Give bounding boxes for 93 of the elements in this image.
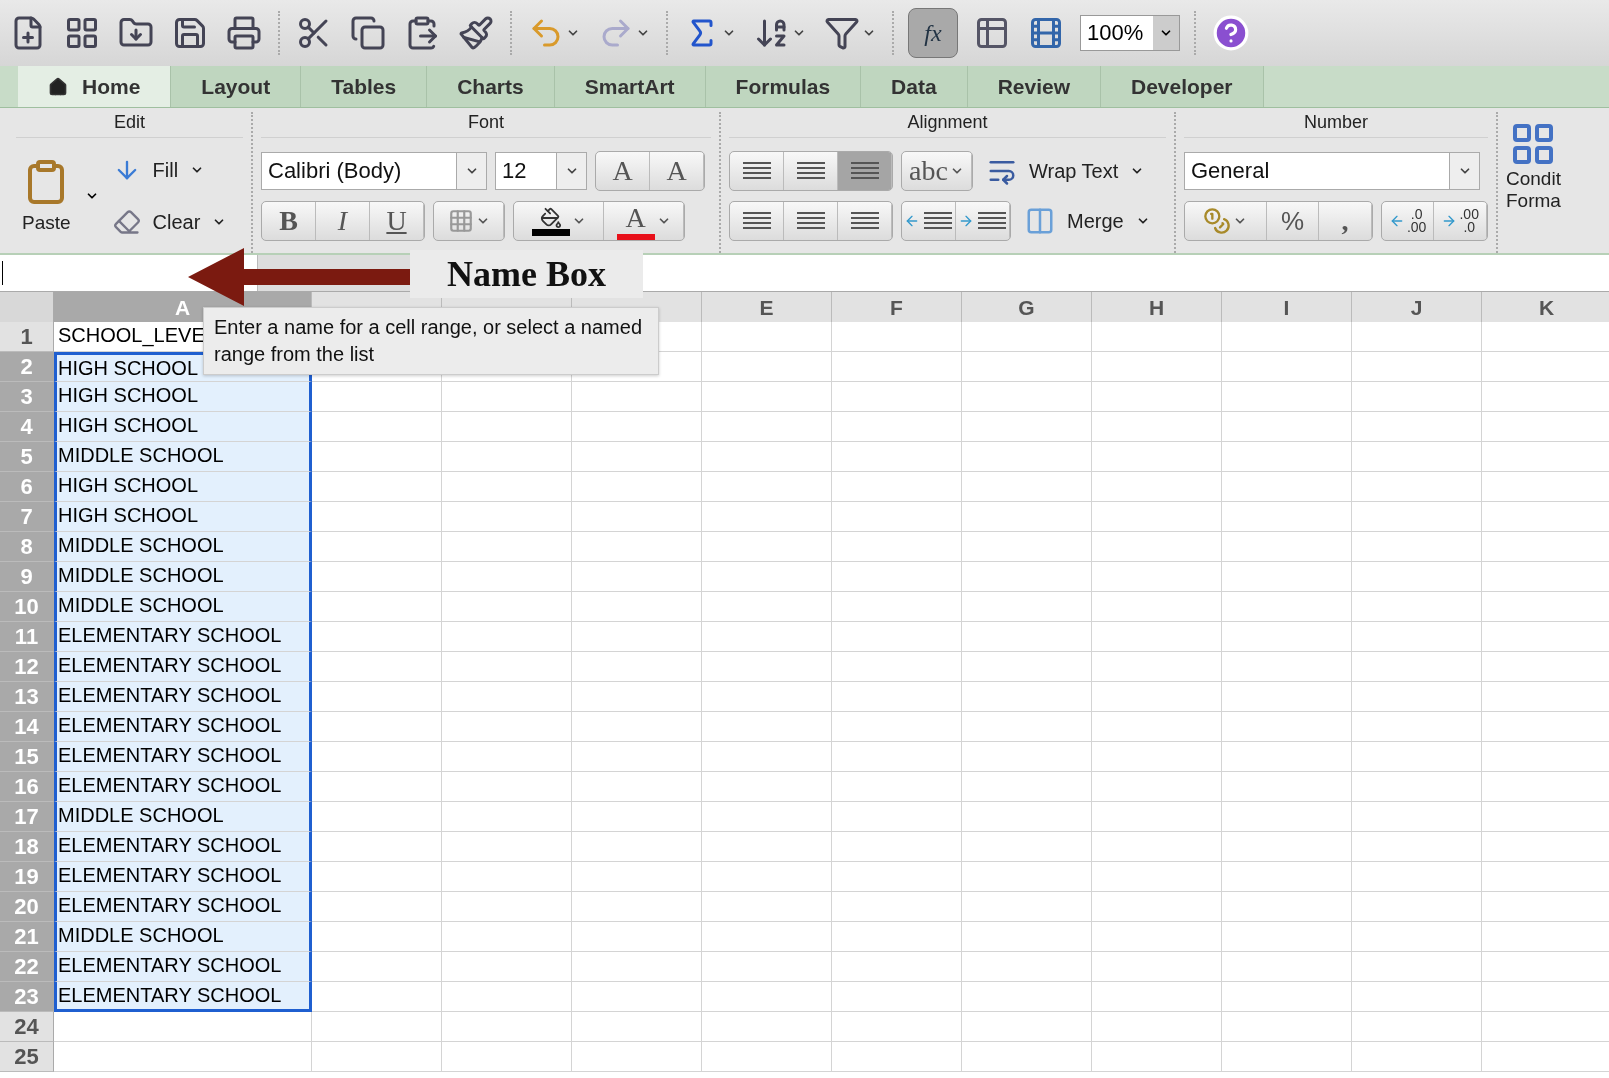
- grow-font-button[interactable]: A: [596, 152, 650, 190]
- coins-icon: [1203, 207, 1232, 235]
- column-header[interactable]: G: [962, 292, 1092, 323]
- table-cell: ELEMENTARY SCHOOL: [54, 952, 312, 982]
- table-cell: ELEMENTARY SCHOOL: [54, 652, 312, 682]
- table-icon: [974, 15, 1010, 51]
- column-header[interactable]: E: [702, 292, 832, 323]
- save-icon: [172, 15, 208, 51]
- group-title: Alignment: [729, 112, 1166, 138]
- group-title: Number: [1184, 112, 1488, 138]
- column-header[interactable]: K: [1482, 292, 1609, 323]
- ribbon-tab[interactable]: Formulas: [705, 66, 862, 107]
- table-cell: ELEMENTARY SCHOOL: [54, 742, 312, 772]
- borders-icon: [447, 208, 474, 234]
- table-cell: ELEMENTARY SCHOOL: [54, 892, 312, 922]
- annotation-label: Name Box: [410, 250, 643, 298]
- table-cell: ELEMENTARY SCHOOL: [54, 832, 312, 862]
- table-cell: ELEMENTARY SCHOOL: [54, 982, 312, 1012]
- table-cell: HIGH SCHOOL: [54, 412, 312, 442]
- merge-button[interactable]: Merge: [1019, 205, 1156, 237]
- lines-icon: [975, 210, 1008, 232]
- vertical-align-button[interactable]: [838, 152, 892, 190]
- format-painter-icon: [458, 15, 494, 51]
- table-cell: MIDDLE SCHOOL: [54, 562, 312, 592]
- group-title: Edit: [16, 112, 243, 138]
- eraser-icon: [112, 208, 141, 236]
- increase-decimal-button[interactable]: .00 .0: [1434, 202, 1487, 240]
- lines-icon: [740, 210, 773, 232]
- function-button[interactable]: fx: [908, 8, 958, 58]
- table-cell: HIGH SCHOOL: [54, 502, 312, 532]
- font-color-button[interactable]: A: [604, 202, 684, 240]
- font-size-field[interactable]: 12: [495, 152, 587, 190]
- table-cell: HIGH SCHOOL: [54, 382, 312, 412]
- ribbon-tab[interactable]: SmartArt: [554, 66, 706, 107]
- lines-icon: [794, 210, 827, 232]
- bold-button[interactable]: B: [262, 202, 316, 240]
- column-header[interactable]: I: [1222, 292, 1352, 323]
- table-cell: ELEMENTARY SCHOOL: [54, 682, 312, 712]
- table-cell: ELEMENTARY SCHOOL: [54, 712, 312, 742]
- formula-field[interactable]: [643, 255, 1609, 291]
- row-header[interactable]: 25: [0, 1042, 54, 1072]
- help-icon: [1212, 14, 1250, 52]
- table-cell: MIDDLE SCHOOL: [54, 592, 312, 622]
- ribbon-tab[interactable]: Layout: [171, 66, 302, 107]
- lines-icon: [848, 160, 881, 182]
- print-icon: [226, 15, 262, 51]
- row-header[interactable]: 1: [0, 322, 54, 352]
- table-cell: MIDDLE SCHOOL: [54, 922, 312, 952]
- gallery-icon: [64, 15, 100, 51]
- comma-button[interactable]: ,: [1319, 202, 1372, 240]
- wrap-text-button[interactable]: Wrap Text: [981, 155, 1151, 187]
- table-cell: HIGH SCHOOL: [54, 472, 312, 502]
- column-header[interactable]: F: [832, 292, 962, 323]
- film-icon: [1028, 15, 1064, 51]
- lines-icon: [794, 160, 827, 182]
- row-header[interactable]: 24: [0, 1012, 54, 1042]
- italic-button[interactable]: I: [316, 202, 370, 240]
- shrink-font-button[interactable]: A: [650, 152, 704, 190]
- ribbon-tab[interactable]: Data: [861, 66, 968, 107]
- merge-icon: [1025, 206, 1055, 236]
- table-cell: MIDDLE SCHOOL: [54, 532, 312, 562]
- table-cell: ELEMENTARY SCHOOL: [54, 862, 312, 892]
- conditional-formatting-button[interactable]: Condit Forma: [1498, 112, 1561, 253]
- table-cell: ELEMENTARY SCHOOL: [54, 772, 312, 802]
- decrease-decimal-button[interactable]: .0 .00: [1381, 202, 1435, 240]
- lines-icon: [740, 160, 773, 182]
- filter-icon: [824, 15, 860, 51]
- table-cell: MIDDLE SCHOOL: [54, 802, 312, 832]
- ribbon-tab[interactable]: Review: [967, 66, 1101, 107]
- number-format-field[interactable]: General: [1184, 152, 1480, 190]
- copy-icon: [350, 15, 386, 51]
- home-icon: [48, 76, 68, 97]
- paste-button[interactable]: Paste: [16, 157, 77, 235]
- orientation-button[interactable]: abc: [902, 152, 972, 190]
- lines-icon: [848, 210, 881, 232]
- ribbon-tab[interactable]: Tables: [301, 66, 428, 107]
- ribbon-tab[interactable]: Developer: [1101, 66, 1264, 107]
- underline-button[interactable]: U: [370, 202, 424, 240]
- font-name-field[interactable]: Calibri (Body): [261, 152, 487, 190]
- fill-button[interactable]: Fill: [106, 155, 233, 185]
- ribbon-tab[interactable]: Home: [18, 66, 172, 107]
- group-title: Font: [261, 112, 711, 138]
- table-cell: MIDDLE SCHOOL: [54, 442, 312, 472]
- table-cell: ELEMENTARY SCHOOL: [54, 622, 312, 652]
- ribbon-tab[interactable]: Charts: [427, 66, 555, 107]
- lines-icon: [921, 210, 954, 232]
- column-header[interactable]: H: [1092, 292, 1222, 323]
- zoom-field[interactable]: 100%: [1080, 15, 1180, 51]
- clear-button[interactable]: Clear: [106, 207, 233, 237]
- column-header[interactable]: J: [1352, 292, 1482, 323]
- tooltip: Enter a name for a cell range, or select a named range from the list: [203, 307, 659, 375]
- percent-button[interactable]: %: [1266, 202, 1320, 240]
- paint-bucket-icon: [539, 206, 562, 229]
